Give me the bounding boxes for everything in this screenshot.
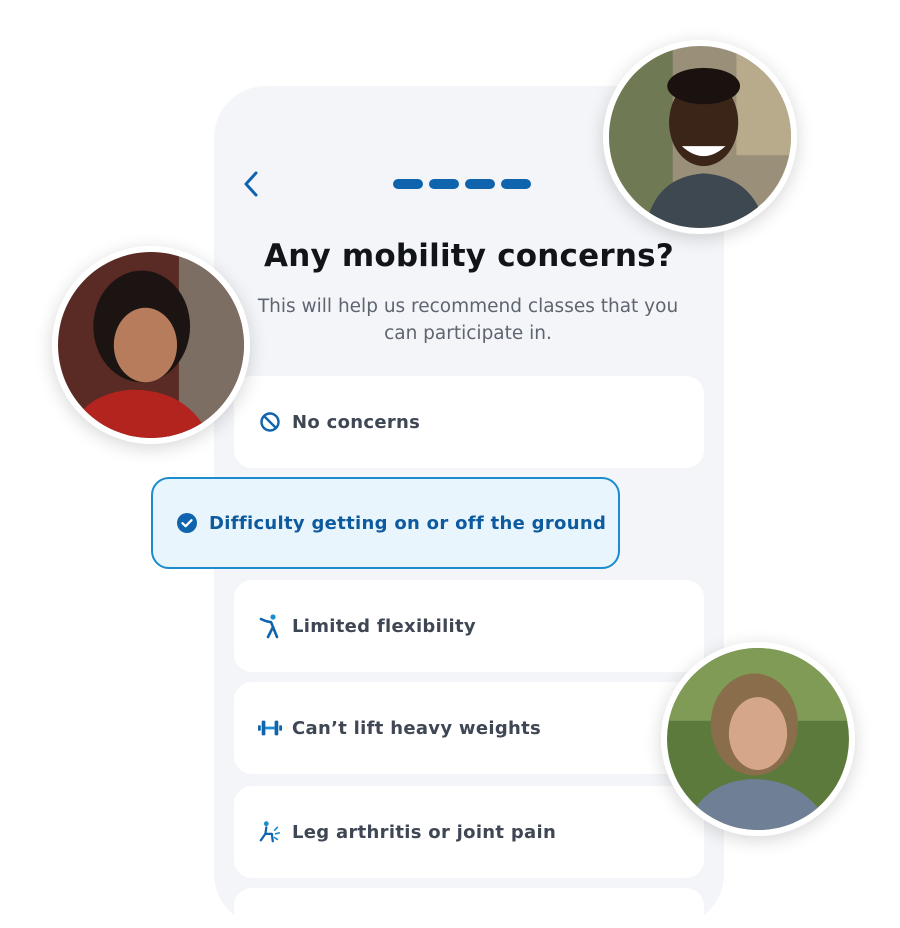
page-title: Any mobility concerns?: [264, 238, 674, 274]
joint-pain-icon: [258, 820, 282, 844]
option-label: Leg arthritis or joint pain: [292, 821, 557, 843]
avatar-woman: [661, 642, 855, 836]
option-ground-difficulty[interactable]: Difficulty getting on or off the ground: [151, 477, 620, 569]
option-label: Can’t lift heavy weights: [292, 717, 542, 739]
option-label: Limited flexibility: [292, 615, 476, 637]
avatar-woman-elder: [52, 246, 250, 444]
avatar-man: [603, 40, 797, 234]
dumbbell-icon: [258, 716, 282, 740]
page-subtitle: This will help us recommend classes that…: [257, 296, 679, 344]
progress-step: [393, 179, 423, 189]
progress-step: [501, 179, 531, 189]
progress-step: [465, 179, 495, 189]
stretch-icon: [258, 614, 282, 639]
option-heavy-weights[interactable]: Can’t lift heavy weights: [234, 682, 704, 774]
check-circle-icon: [175, 511, 199, 535]
ban-icon: [258, 410, 282, 434]
progress-indicator: [393, 179, 531, 189]
option-joint-pain[interactable]: Leg arthritis or joint pain: [234, 786, 704, 878]
option-label: No concerns: [292, 411, 421, 433]
back-button[interactable]: [236, 168, 266, 200]
option-partial[interactable]: [234, 888, 704, 928]
progress-step: [429, 179, 459, 189]
option-no-concerns[interactable]: No concerns: [234, 376, 704, 468]
option-limited-flexibility[interactable]: Limited flexibility: [234, 580, 704, 672]
chevron-left-icon: [244, 171, 258, 197]
option-label: Difficulty getting on or off the ground: [209, 512, 607, 534]
